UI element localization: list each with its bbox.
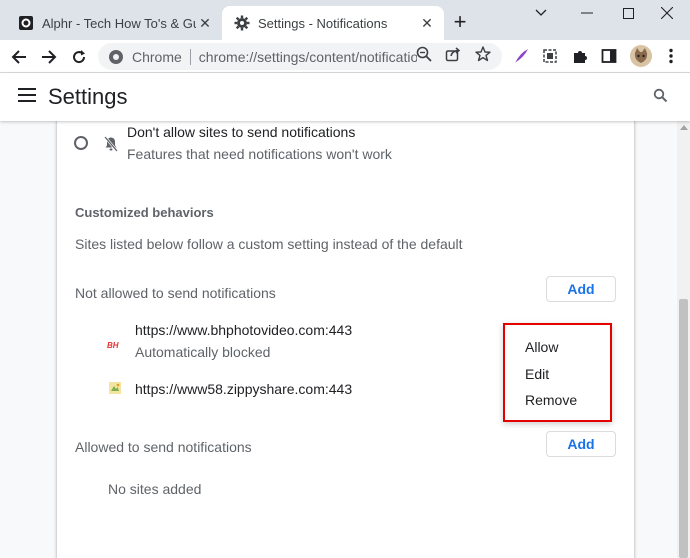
search-icon[interactable] — [653, 88, 669, 109]
minimize-icon[interactable] — [564, 0, 610, 26]
site-name: Chrome — [132, 48, 182, 65]
block-option-sublabel: Features that need notifications won't w… — [127, 146, 392, 162]
new-tab-button[interactable]: + — [449, 11, 471, 34]
close-window-icon[interactable] — [644, 0, 690, 26]
tab-alphr[interactable]: Alphr - Tech How To's & Guides ✕ — [8, 6, 222, 40]
no-sites-added-text: No sites added — [108, 481, 202, 497]
block-notifications-radio[interactable] — [74, 136, 88, 150]
scrollbar-thumb[interactable] — [679, 299, 688, 558]
back-arrow-icon[interactable] — [6, 44, 32, 70]
blocked-site-url: https://www.bhphotovideo.com:443 — [135, 322, 353, 338]
url-text: chrome://settings/content/notifications — [198, 48, 417, 65]
add-not-allowed-button[interactable]: Add — [546, 276, 616, 302]
bhphotovideo-favicon-icon: BH — [107, 341, 119, 350]
tab-settings-notifications[interactable]: Settings - Notifications ✕ — [222, 6, 444, 40]
reload-icon[interactable] — [66, 44, 92, 70]
browser-toolbar: Chrome chrome://settings/content/notific… — [0, 40, 690, 73]
zippyshare-favicon-icon — [108, 381, 122, 400]
add-allowed-button[interactable]: Add — [546, 431, 616, 457]
zoom-icon[interactable] — [415, 45, 433, 63]
menu-item-allow[interactable]: Allow — [525, 339, 558, 355]
tab-title: Alphr - Tech How To's & Guides — [42, 15, 196, 31]
blocked-site-url: https://www58.zippyshare.com:443 — [135, 381, 353, 397]
hamburger-menu-icon[interactable] — [18, 88, 36, 106]
bookmark-star-icon[interactable] — [474, 45, 492, 63]
feather-extension-icon[interactable] — [510, 45, 532, 67]
notifications-off-icon — [104, 136, 118, 157]
blocked-site-status: Automatically blocked — [135, 344, 271, 360]
address-bar[interactable]: Chrome chrome://settings/content/notific… — [98, 43, 502, 70]
tab-title: Settings - Notifications — [258, 15, 388, 31]
settings-gear-icon — [234, 15, 250, 31]
forward-arrow-icon[interactable] — [36, 44, 62, 70]
chrome-icon — [108, 49, 124, 65]
menu-item-remove[interactable]: Remove — [525, 392, 577, 408]
chevron-down-icon[interactable] — [518, 0, 564, 26]
menu-item-edit[interactable]: Edit — [525, 366, 549, 382]
site-action-menu: Allow Edit Remove — [503, 323, 612, 422]
not-allowed-title: Not allowed to send notifications — [75, 285, 276, 301]
close-tab-icon[interactable]: ✕ — [196, 14, 214, 32]
side-panel-icon[interactable] — [598, 45, 620, 67]
puzzle-extensions-icon[interactable] — [569, 45, 591, 67]
settings-header: Settings — [0, 73, 690, 121]
alphr-favicon-icon — [18, 15, 34, 31]
block-option-label: Don't allow sites to send notifications — [127, 124, 356, 140]
page-title: Settings — [48, 84, 128, 109]
customized-behaviors-title: Customized behaviors — [75, 205, 214, 220]
kebab-menu-icon[interactable] — [660, 45, 682, 67]
close-tab-icon[interactable]: ✕ — [418, 14, 436, 32]
profile-avatar[interactable] — [630, 45, 652, 67]
screenshot-extension-icon[interactable] — [539, 45, 561, 67]
share-icon[interactable] — [444, 45, 462, 63]
allowed-title: Allowed to send notifications — [75, 439, 252, 455]
customized-behaviors-description: Sites listed below follow a custom setti… — [75, 236, 463, 252]
omnibox-separator — [189, 48, 191, 65]
scroll-up-arrow-icon[interactable] — [680, 125, 688, 130]
tab-strip: Alphr - Tech How To's & Guides ✕ Setting… — [0, 0, 690, 40]
